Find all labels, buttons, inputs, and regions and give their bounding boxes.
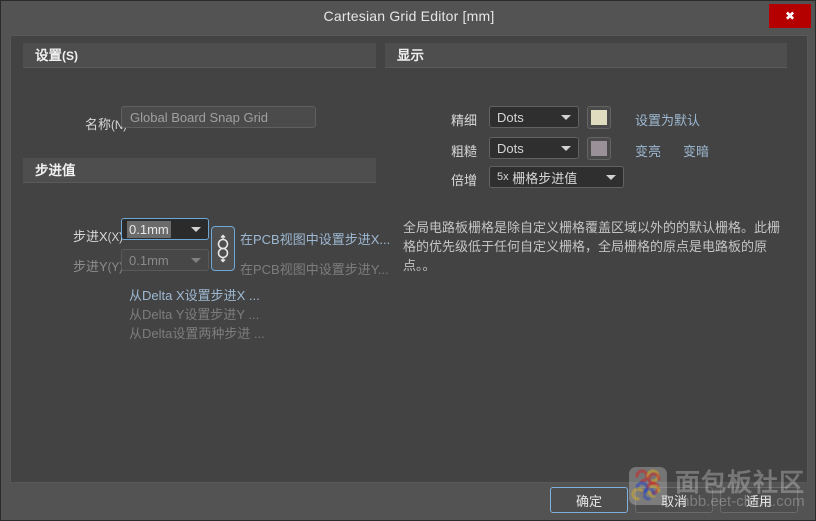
fine-style-combo[interactable]: Dots xyxy=(489,106,579,128)
step-x-value: 0.1mm xyxy=(127,220,171,238)
dialog-body: 设置(S) 名称(N) 步进值 步进X(X) 0.1mm 步进Y(Y) 0.1m… xyxy=(10,35,808,483)
step-y-label: 步进Y(Y) xyxy=(73,259,124,274)
step-x-combo[interactable]: 0.1mm xyxy=(121,218,209,240)
set-step-x-in-pcb-view-link[interactable]: 在PCB视图中设置步进X... xyxy=(240,229,390,248)
set-step-y-in-pcb-view-link: 在PCB视图中设置步进Y... xyxy=(240,262,389,277)
coarse-style-combo[interactable]: Dots xyxy=(489,137,579,159)
multiplier-label: 倍增 xyxy=(451,173,478,188)
chevron-down-icon xyxy=(191,258,201,263)
coarse-color-swatch xyxy=(591,141,607,156)
coarse-label: 粗糙 xyxy=(451,144,478,159)
multiplier-prefix: 5x xyxy=(497,171,509,183)
multiplier-value: 栅格步进值 xyxy=(512,170,578,186)
chevron-down-icon xyxy=(191,227,201,232)
cartesian-grid-editor-dialog: Cartesian Grid Editor [mm] ✖ 设置(S) 名称(N)… xyxy=(0,0,816,521)
multiplier-combo[interactable]: 5x 栅格步进值 xyxy=(489,166,624,188)
coarse-color-swatch-button[interactable] xyxy=(587,137,611,160)
settings-group-title: 设置(S) xyxy=(35,48,78,63)
chevron-down-icon xyxy=(606,175,616,180)
step-y-combo[interactable]: 0.1mm xyxy=(121,249,209,271)
fine-label: 精细 xyxy=(451,113,478,128)
step-group-header: 步进值 xyxy=(23,158,376,183)
settings-group-header: 设置(S) xyxy=(23,43,376,68)
coarse-style-value: Dots xyxy=(497,140,524,156)
display-group: 显示 xyxy=(385,43,787,68)
lighten-link[interactable]: 变亮 xyxy=(635,141,661,160)
title-bar: Cartesian Grid Editor [mm] ✖ xyxy=(1,1,815,32)
set-as-default-link[interactable]: 设置为默认 xyxy=(635,110,700,129)
chevron-down-icon xyxy=(561,146,571,151)
display-group-header: 显示 xyxy=(385,43,787,68)
settings-group: 设置(S) xyxy=(23,43,376,68)
display-group-title: 显示 xyxy=(397,48,424,63)
step-group-title: 步进值 xyxy=(35,163,76,178)
ok-button[interactable]: 确定 xyxy=(550,487,628,513)
set-both-steps-from-delta-link: 从Delta设置两种步进 ... xyxy=(129,326,265,341)
set-step-x-from-delta-x-link[interactable]: 从Delta X设置步进X ... xyxy=(129,285,260,304)
cancel-button[interactable]: 取消 xyxy=(635,487,713,513)
step-y-value: 0.1mm xyxy=(129,252,169,268)
chevron-down-icon xyxy=(561,115,571,120)
fine-color-swatch xyxy=(591,110,607,125)
grid-name-input[interactable] xyxy=(121,106,316,128)
step-x-label: 步进X(X) xyxy=(73,229,124,244)
link-xy-toggle-button[interactable] xyxy=(211,226,235,271)
grid-description-text: 全局电路板栅格是除自定义栅格覆盖区域以外的的默认栅格。此栅格的优先级低于任何自定… xyxy=(403,220,781,273)
fine-color-swatch-button[interactable] xyxy=(587,106,611,129)
close-icon: ✖ xyxy=(784,9,796,23)
darken-link[interactable]: 变暗 xyxy=(683,141,709,160)
fine-style-value: Dots xyxy=(497,109,524,125)
window-title: Cartesian Grid Editor [mm] xyxy=(323,8,495,24)
set-step-y-from-delta-y-link: 从Delta Y设置步进Y ... xyxy=(129,307,260,322)
step-group: 步进值 xyxy=(23,158,376,183)
close-button[interactable]: ✖ xyxy=(769,4,811,28)
apply-button[interactable]: 适用 xyxy=(720,487,798,513)
chain-link-icon xyxy=(217,234,229,263)
